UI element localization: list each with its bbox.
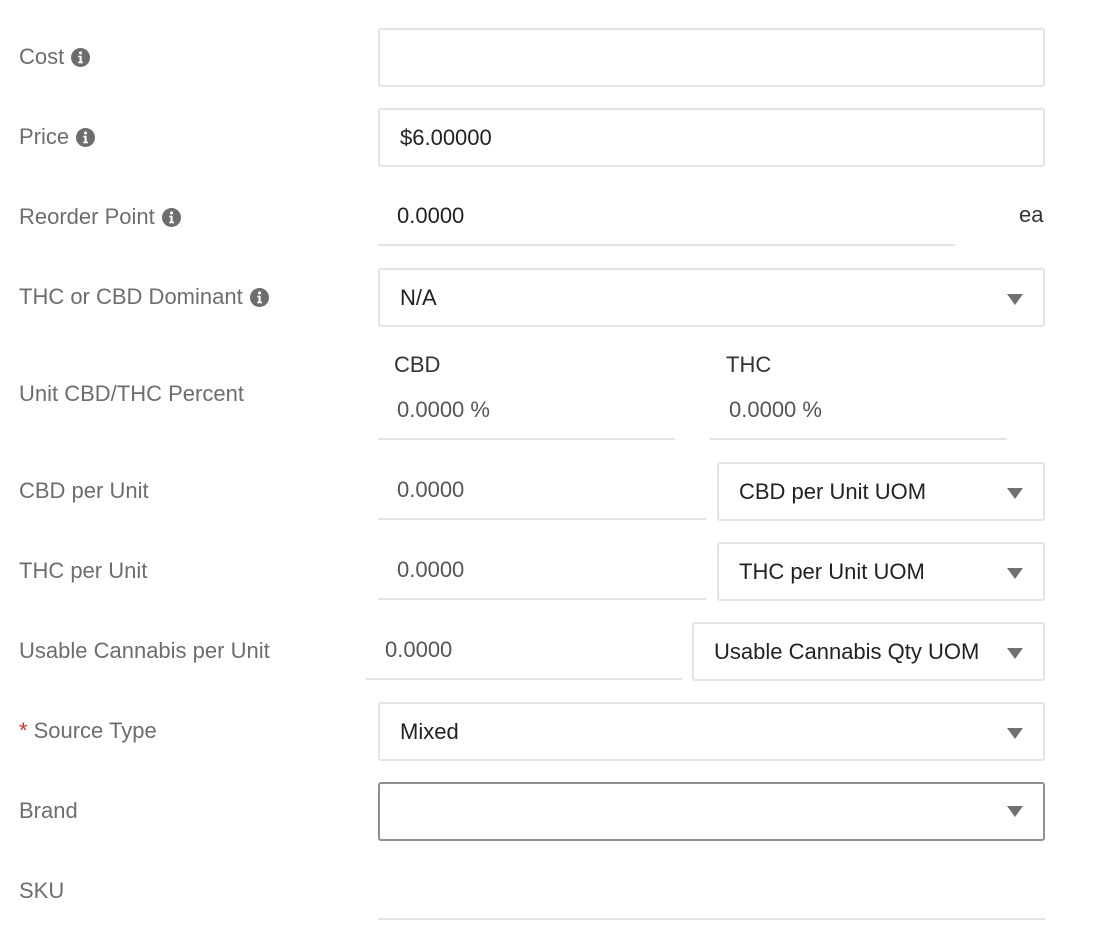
caret-down-icon <box>1007 648 1023 659</box>
required-marker: * <box>19 718 28 743</box>
caret-down-icon <box>1007 806 1023 817</box>
thc-percent-label: THC <box>726 352 772 377</box>
caret-down-icon <box>1007 488 1023 499</box>
thc-per-unit-label: THC per Unit <box>19 558 148 583</box>
cbd-percent-input[interactable]: 0.0000 % <box>378 382 675 440</box>
sku-input[interactable] <box>378 862 1045 920</box>
caret-down-icon <box>1007 568 1023 579</box>
source-type-label: * Source Type <box>19 718 157 743</box>
price-input[interactable]: $6.00000 <box>378 108 1045 167</box>
info-circle-icon[interactable] <box>71 48 90 67</box>
info-circle-icon[interactable] <box>162 208 181 227</box>
unit-percent-label: Unit CBD/THC Percent <box>19 381 244 406</box>
brand-select[interactable] <box>378 782 1045 841</box>
cbd-per-unit-label: CBD per Unit <box>19 478 149 503</box>
dominant-select[interactable]: N/A <box>378 268 1045 327</box>
reorder-point-unit: ea <box>1019 202 1044 227</box>
thc-per-unit-input[interactable]: 0.0000 <box>378 542 706 600</box>
thc-per-unit-uom-select[interactable]: THC per Unit UOM <box>717 542 1045 601</box>
caret-down-icon <box>1007 728 1023 739</box>
thc-percent-input[interactable]: 0.0000 % <box>710 382 1007 440</box>
usable-cannabis-uom-select[interactable]: Usable Cannabis Qty UOM <box>692 622 1045 681</box>
reorder-point-input[interactable]: 0.0000 <box>378 188 955 246</box>
caret-down-icon <box>1007 294 1023 305</box>
cbd-per-unit-input[interactable]: 0.0000 <box>378 462 706 520</box>
usable-cannabis-input[interactable]: 0.0000 <box>366 622 682 680</box>
source-type-select[interactable]: Mixed <box>378 702 1045 761</box>
info-circle-icon[interactable] <box>76 128 95 147</box>
cbd-per-unit-uom-select[interactable]: CBD per Unit UOM <box>717 462 1045 521</box>
usable-cannabis-label: Usable Cannabis per Unit <box>19 638 270 663</box>
sku-label: SKU <box>19 878 65 903</box>
cbd-percent-label: CBD <box>394 352 441 377</box>
dominant-label: THC or CBD Dominant <box>19 286 269 308</box>
cost-input[interactable] <box>378 28 1045 87</box>
price-label: Price <box>19 126 95 148</box>
brand-label: Brand <box>19 798 78 823</box>
cost-label: Cost <box>19 46 90 68</box>
reorder-point-label: Reorder Point <box>19 206 181 228</box>
info-circle-icon[interactable] <box>250 288 269 307</box>
